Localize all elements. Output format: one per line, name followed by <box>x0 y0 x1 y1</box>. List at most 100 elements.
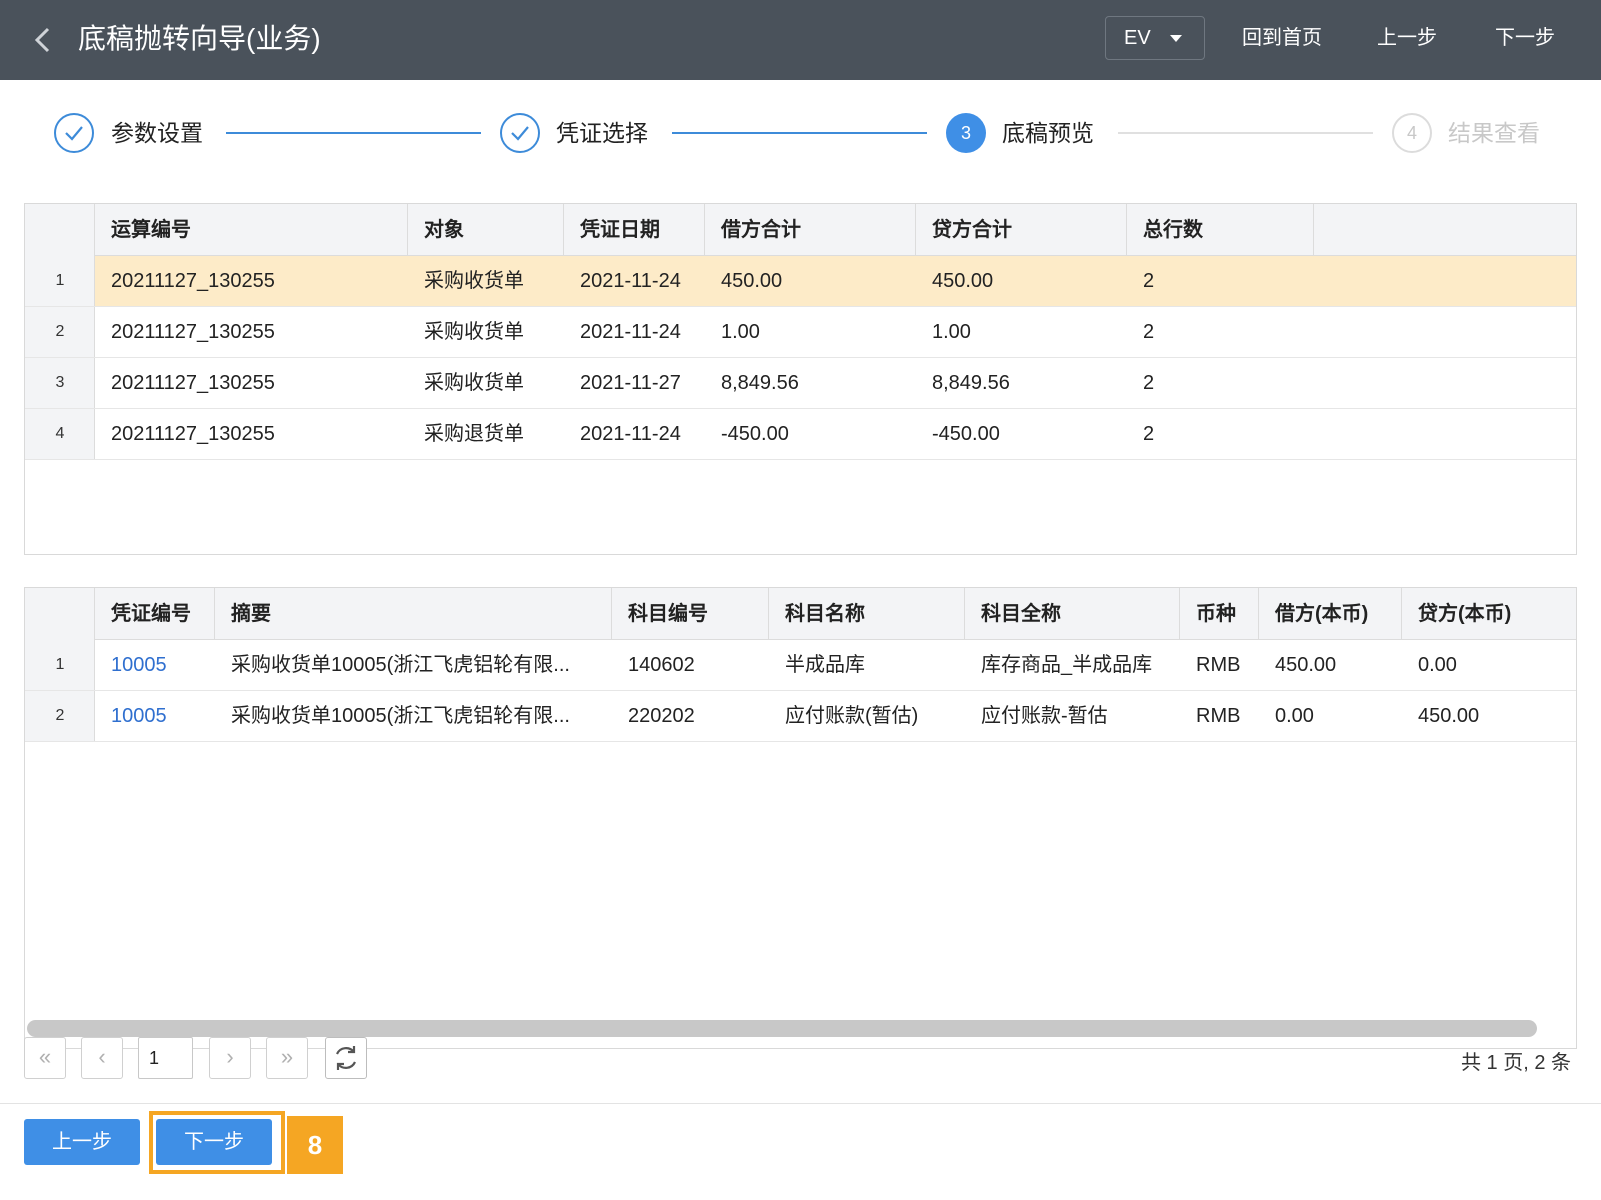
voucher-detail-grid: 凭证编号 摘要 科目编号 科目名称 科目全称 币种 借方(本币) 贷方(本币) … <box>24 587 1577 1049</box>
step-3-label: 底稿预览 <box>1002 120 1094 146</box>
col-header[interactable]: 科目编号 <box>612 588 769 640</box>
prev-page-button[interactable]: ‹ <box>81 1037 123 1079</box>
acct-name-cell: 应付账款(暂估) <box>785 705 919 727</box>
table-row[interactable]: 1 20211127_130255 采购收货单 2021-11-24 450.0… <box>25 256 1576 307</box>
debit-cell: 8,849.56 <box>721 372 799 394</box>
pager-info: 共 1 页, 2 条 <box>1460 1052 1571 1074</box>
header-prev-button[interactable]: 上一步 <box>1377 24 1437 52</box>
object-cell: 采购收货单 <box>424 321 524 343</box>
caret-down-icon <box>1170 35 1182 42</box>
page-number-input[interactable] <box>138 1037 193 1079</box>
col-header[interactable]: 借方合计 <box>705 204 916 256</box>
home-button[interactable]: 回到首页 <box>1242 24 1322 52</box>
acct-full-cell: 库存商品_半成品库 <box>981 654 1153 676</box>
row-number: 2 <box>55 707 65 724</box>
credit-cell: 0.00 <box>1418 654 1457 676</box>
app-header: 底稿抛转向导(业务) EV 回到首页 上一步 下一步 <box>0 0 1601 80</box>
col-header[interactable]: 贷方(本币) <box>1402 588 1576 640</box>
col-header[interactable]: 科目全称 <box>965 588 1180 640</box>
col-header[interactable]: 摘要 <box>215 588 612 640</box>
date-cell: 2021-11-24 <box>580 270 681 292</box>
rownum-header <box>25 204 95 256</box>
table-row[interactable]: 2 20211127_130255 采购收货单 2021-11-24 1.00 … <box>25 307 1576 358</box>
horizontal-scrollbar[interactable] <box>27 1020 1537 1037</box>
voucher-grid-header: 凭证编号 摘要 科目编号 科目名称 科目全称 币种 借方(本币) 贷方(本币) <box>25 588 1576 640</box>
row-number: 1 <box>55 272 65 289</box>
col-header[interactable]: 贷方合计 <box>916 204 1127 256</box>
rownum-header <box>25 588 95 640</box>
next-step-button[interactable]: 下一步 <box>156 1119 272 1165</box>
first-page-button[interactable]: « <box>24 1037 66 1079</box>
row-number: 2 <box>55 323 65 340</box>
header-next-button[interactable]: 下一步 <box>1495 24 1555 52</box>
row-number: 4 <box>55 425 65 442</box>
debit-cell: 450.00 <box>1275 654 1337 676</box>
summary-cell: 采购收货单10005(浙江飞虎铝轮有限... <box>231 705 570 727</box>
debit-cell: 450.00 <box>721 270 783 292</box>
object-cell: 采购退货单 <box>424 423 524 445</box>
summary-grid-header: 运算编号 对象 凭证日期 借方合计 贷方合计 总行数 <box>25 204 1576 256</box>
footer-divider <box>0 1103 1601 1104</box>
refresh-icon <box>335 1046 357 1070</box>
step-2-label: 凭证选择 <box>556 120 648 146</box>
date-cell: 2021-11-27 <box>580 372 681 394</box>
acct-no-cell: 140602 <box>628 654 695 676</box>
col-header[interactable]: 凭证编号 <box>95 588 215 640</box>
step-1-label: 参数设置 <box>111 120 203 146</box>
currency-cell: RMB <box>1196 654 1241 676</box>
debit-cell: -450.00 <box>721 423 789 445</box>
step-3-number: 3 <box>946 113 986 153</box>
summary-grid: 运算编号 对象 凭证日期 借方合计 贷方合计 总行数 1 20211127_13… <box>24 203 1577 555</box>
ev-dropdown-label: EV <box>1124 27 1151 49</box>
next-page-button[interactable]: › <box>209 1037 251 1079</box>
col-header[interactable]: 科目名称 <box>769 588 965 640</box>
object-cell: 采购收货单 <box>424 372 524 394</box>
col-header[interactable]: 运算编号 <box>95 204 408 256</box>
voucher-no-link[interactable]: 10005 <box>111 691 167 741</box>
row-number: 1 <box>55 656 65 673</box>
page-title: 底稿抛转向导(业务) <box>78 23 321 54</box>
step-connector <box>226 132 481 134</box>
object-cell: 采购收货单 <box>424 270 524 292</box>
step-2-check-icon <box>500 113 540 153</box>
col-header[interactable]: 总行数 <box>1127 204 1314 256</box>
col-header[interactable]: 借方(本币) <box>1259 588 1402 640</box>
row-number: 3 <box>55 374 65 391</box>
last-page-button[interactable]: » <box>266 1037 308 1079</box>
chevron-left-icon[interactable] <box>30 26 58 54</box>
table-row[interactable]: 1 10005 采购收货单10005(浙江飞虎铝轮有限... 140602 半成… <box>25 640 1576 691</box>
step-4-number: 4 <box>1392 113 1432 153</box>
calc-no-cell: 20211127_130255 <box>111 423 275 445</box>
lines-cell: 2 <box>1143 372 1155 394</box>
debit-cell: 0.00 <box>1275 705 1314 727</box>
credit-cell: 1.00 <box>932 321 971 343</box>
col-header[interactable]: 对象 <box>408 204 564 256</box>
refresh-button[interactable] <box>325 1037 367 1079</box>
ev-dropdown[interactable]: EV <box>1105 16 1205 60</box>
prev-step-button[interactable]: 上一步 <box>24 1119 140 1165</box>
acct-full-cell: 应付账款-暂估 <box>981 705 1108 727</box>
col-header[interactable]: 币种 <box>1180 588 1259 640</box>
debit-cell: 1.00 <box>721 321 760 343</box>
step-connector <box>1118 132 1373 134</box>
table-row[interactable]: 4 20211127_130255 采购退货单 2021-11-24 -450.… <box>25 409 1576 460</box>
step-1-check-icon <box>54 113 94 153</box>
date-cell: 2021-11-24 <box>580 423 681 445</box>
calc-no-cell: 20211127_130255 <box>111 270 275 292</box>
step-badge: 8 <box>287 1116 343 1174</box>
credit-cell: 450.00 <box>1418 705 1480 727</box>
credit-cell: 450.00 <box>932 270 994 292</box>
credit-cell: -450.00 <box>932 423 1000 445</box>
acct-no-cell: 220202 <box>628 705 695 727</box>
table-row[interactable]: 2 10005 采购收货单10005(浙江飞虎铝轮有限... 220202 应付… <box>25 691 1576 742</box>
calc-no-cell: 20211127_130255 <box>111 372 275 394</box>
col-header[interactable]: 凭证日期 <box>564 204 705 256</box>
voucher-no-link[interactable]: 10005 <box>111 640 167 690</box>
calc-no-cell: 20211127_130255 <box>111 321 275 343</box>
step-connector <box>672 132 927 134</box>
summary-cell: 采购收货单10005(浙江飞虎铝轮有限... <box>231 654 570 676</box>
table-row[interactable]: 3 20211127_130255 采购收货单 2021-11-27 8,849… <box>25 358 1576 409</box>
currency-cell: RMB <box>1196 705 1241 727</box>
acct-name-cell: 半成品库 <box>785 654 865 676</box>
step-4-label: 结果查看 <box>1448 120 1540 146</box>
